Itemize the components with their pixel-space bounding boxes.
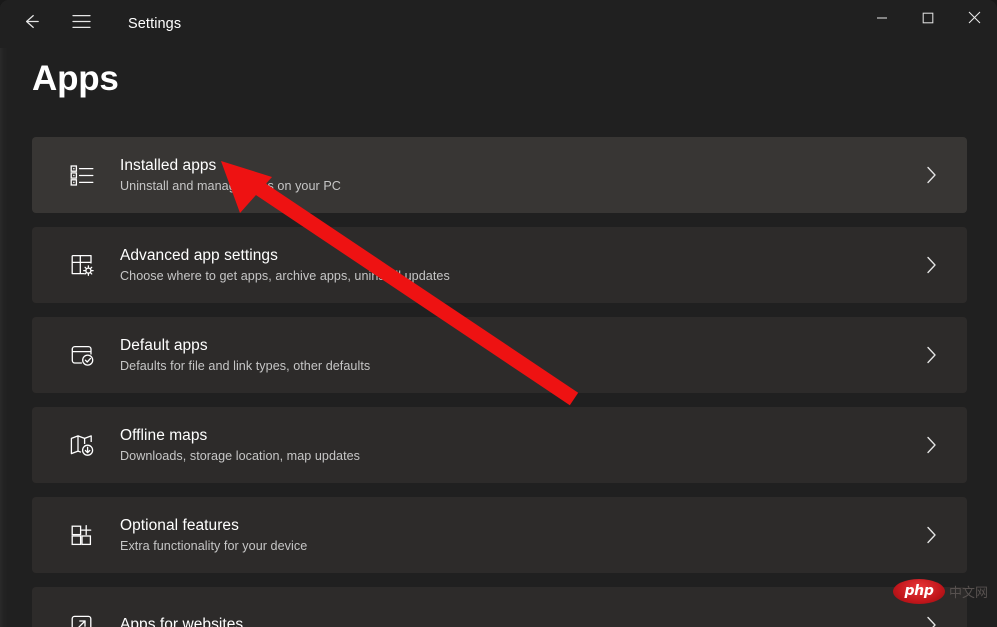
window-arrow-icon (62, 611, 102, 627)
window-left-edge (0, 0, 8, 627)
setting-card-title: Installed apps (120, 157, 217, 174)
setting-card-text: Installed apps Uninstall and manage apps… (120, 155, 909, 195)
setting-card-subtitle: Downloads, storage location, map updates (120, 449, 361, 463)
setting-card-title: Optional features (120, 517, 239, 534)
maximize-icon (922, 11, 934, 29)
maximize-button[interactable] (905, 0, 951, 40)
setting-card-default-apps[interactable]: Default apps Defaults for file and link … (32, 317, 967, 393)
setting-card-text: Apps for websites (120, 614, 909, 627)
hamburger-icon (71, 14, 91, 34)
setting-card-offline-maps[interactable]: Offline maps Downloads, storage location… (32, 407, 967, 483)
setting-card-optional-features[interactable]: Optional features Extra functionality fo… (32, 497, 967, 573)
navigation-menu-button[interactable] (58, 8, 104, 40)
settings-window: Settings Apps Installed apps Uninstall a… (0, 0, 997, 627)
setting-card-subtitle: Choose where to get apps, archive apps, … (120, 269, 450, 283)
setting-card-title: Offline maps (120, 427, 208, 444)
app-gear-icon (62, 251, 102, 279)
close-button[interactable] (951, 0, 997, 40)
setting-card-subtitle: Defaults for file and link types, other … (120, 359, 371, 373)
close-icon (968, 11, 981, 29)
page-title: Apps (32, 59, 119, 98)
window-check-icon (62, 341, 102, 369)
chevron-right-icon[interactable] (909, 344, 953, 366)
setting-card-subtitle: Uninstall and manage apps on your PC (120, 179, 341, 193)
grid-plus-icon (62, 521, 102, 549)
chevron-right-icon[interactable] (909, 434, 953, 456)
back-button[interactable] (8, 8, 54, 40)
app-title: Settings (128, 16, 182, 32)
setting-card-text: Offline maps Downloads, storage location… (120, 425, 909, 465)
list-bullets-icon (62, 161, 102, 189)
chevron-right-icon[interactable] (909, 254, 953, 276)
setting-card-text: Default apps Defaults for file and link … (120, 335, 909, 375)
setting-card-subtitle: Extra functionality for your device (120, 539, 308, 553)
chevron-right-icon[interactable] (909, 524, 953, 546)
minimize-button[interactable] (859, 0, 905, 40)
setting-card-apps-for-websites[interactable]: Apps for websites (32, 587, 967, 627)
setting-card-installed-apps[interactable]: Installed apps Uninstall and manage apps… (32, 137, 967, 213)
setting-card-text: Optional features Extra functionality fo… (120, 515, 909, 555)
chevron-right-icon[interactable] (909, 614, 953, 627)
map-download-icon (62, 431, 102, 459)
setting-card-title: Default apps (120, 337, 208, 354)
arrow-left-icon (21, 11, 42, 37)
setting-card-title: Advanced app settings (120, 247, 278, 264)
setting-card-advanced-app-settings[interactable]: Advanced app settings Choose where to ge… (32, 227, 967, 303)
setting-card-text: Advanced app settings Choose where to ge… (120, 245, 909, 285)
window-caption-buttons (859, 0, 997, 40)
settings-card-list: Installed apps Uninstall and manage apps… (32, 137, 967, 627)
setting-card-title: Apps for websites (120, 616, 244, 627)
minimize-icon (876, 11, 888, 29)
chevron-right-icon[interactable] (909, 164, 953, 186)
title-bar: Settings (0, 0, 997, 48)
